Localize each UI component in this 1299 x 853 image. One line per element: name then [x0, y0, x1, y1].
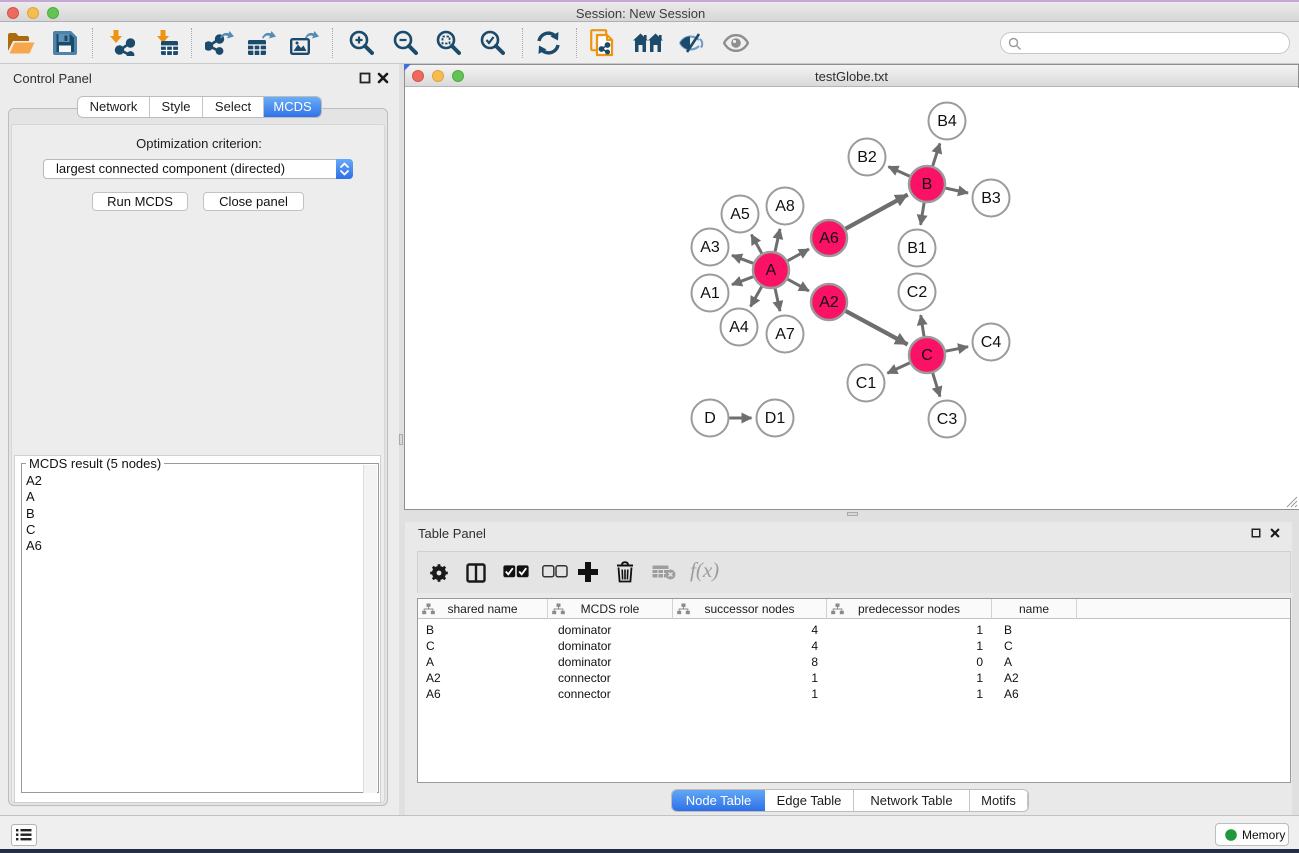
svg-text:C: C: [921, 347, 933, 364]
svg-text:C1: C1: [856, 375, 877, 392]
svg-text:B1: B1: [907, 240, 927, 257]
svg-text:C4: C4: [981, 334, 1002, 351]
svg-text:C2: C2: [907, 284, 928, 301]
svg-text:D: D: [704, 410, 716, 427]
svg-text:A6: A6: [819, 230, 839, 247]
svg-text:A: A: [766, 262, 777, 279]
svg-text:B: B: [922, 176, 933, 193]
svg-text:A7: A7: [775, 326, 795, 343]
svg-text:A5: A5: [730, 206, 750, 223]
svg-text:A8: A8: [775, 198, 795, 215]
svg-text:A2: A2: [819, 294, 839, 311]
svg-text:C3: C3: [937, 411, 958, 428]
svg-text:B4: B4: [937, 113, 957, 130]
svg-text:A1: A1: [700, 285, 720, 302]
svg-text:D1: D1: [765, 410, 786, 427]
svg-text:B3: B3: [981, 190, 1001, 207]
svg-text:A4: A4: [729, 319, 749, 336]
svg-text:B2: B2: [857, 149, 877, 166]
svg-text:A3: A3: [700, 239, 720, 256]
